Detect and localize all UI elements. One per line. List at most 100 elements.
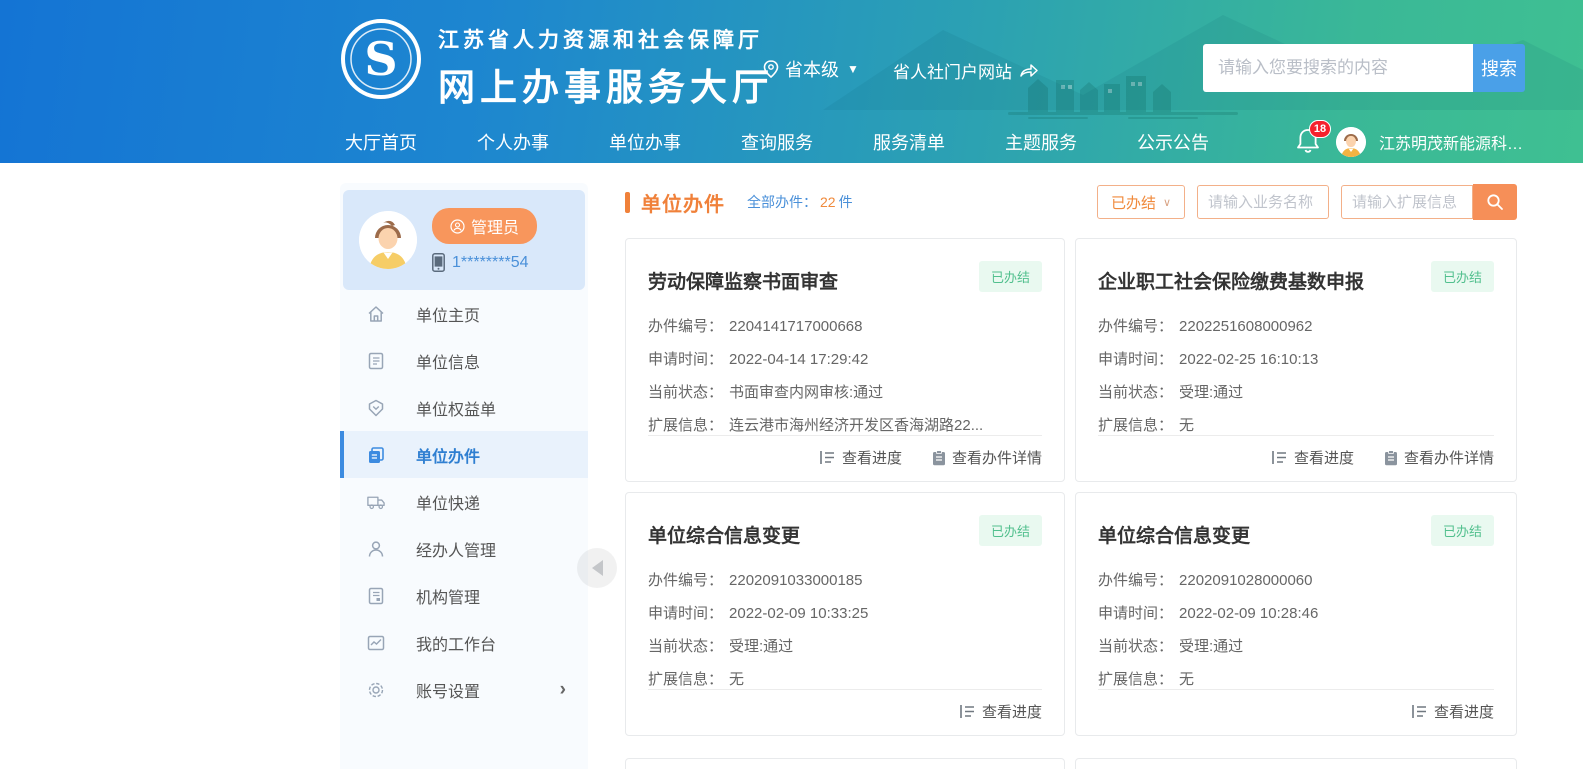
clipboard-icon — [1384, 450, 1398, 466]
view-detail-link[interactable]: 查看办件详情 — [1384, 447, 1494, 468]
brand: S 江苏省人力资源和社会保障厅 网上办事服务大厅 — [340, 18, 774, 111]
field-value: 连云港市海州经济开发区香海湖路22... — [729, 417, 983, 434]
main-nav: 大厅首页 个人办事 单位办事 查询服务 服务清单 主题服务 公示公告 18 — [0, 120, 1583, 163]
role-icon — [450, 219, 465, 234]
sidebar-menu: 单位主页 单位信息 单位权益单 — [340, 290, 588, 713]
nav-item-theme[interactable]: 主题服务 — [1005, 129, 1077, 155]
field-value: 无 — [1179, 671, 1194, 688]
sidebar-item-unit-home[interactable]: 单位主页 — [340, 290, 588, 337]
role-label: 管理员 — [471, 214, 519, 238]
masked-phone: 1********54 — [452, 254, 529, 272]
sidebar-item-account-settings[interactable]: 账号设置 › — [340, 666, 588, 713]
sidebar-item-label: 机构管理 — [416, 584, 480, 608]
status-badge: 已办结 — [1431, 515, 1494, 546]
cards-grid: 劳动保障监察书面审查 已办结 办件编号： 2204141717000668 申请时… — [625, 238, 1517, 736]
chevron-down-icon: ∨ — [1163, 196, 1171, 209]
extension-info-input[interactable] — [1341, 185, 1473, 219]
view-progress-link[interactable]: 查看进度 — [1411, 701, 1494, 722]
gear-icon — [366, 680, 386, 700]
view-progress-link[interactable]: 查看进度 — [819, 447, 902, 468]
rights-badge-icon — [366, 398, 386, 418]
sidebar-item-unit-express[interactable]: 单位快递 — [340, 478, 588, 525]
sidebar-item-org-mgmt[interactable]: 机构管理 — [340, 572, 588, 619]
total-count: 全部办件：22件 — [747, 192, 853, 212]
sidebar-item-label: 单位快递 — [416, 490, 480, 514]
view-detail-link[interactable]: 查看办件详情 — [932, 447, 1042, 468]
field-value: 2022-04-14 17:29:42 — [729, 351, 868, 368]
case-title: 企业职工社会保险缴费基数申报 — [1098, 267, 1364, 294]
phone-icon — [432, 253, 445, 272]
field-value: 2202251608000962 — [1179, 318, 1312, 335]
action-label: 查看进度 — [1294, 447, 1354, 468]
total-number: 22 — [820, 194, 836, 210]
view-progress-link[interactable]: 查看进度 — [1271, 447, 1354, 468]
sidebar-item-unit-info[interactable]: 单位信息 — [340, 337, 588, 384]
main-content: 单位办件 全部办件：22件 已办结 ∨ — [625, 183, 1517, 769]
field-label: 申请时间： — [1098, 605, 1173, 622]
card-partial — [625, 758, 1065, 769]
region-label: 省本级 — [785, 56, 839, 82]
field-label: 当前状态： — [1098, 384, 1173, 401]
site-titles: 江苏省人力资源和社会保障厅 网上办事服务大厅 — [438, 18, 774, 111]
account-name[interactable]: 江苏明茂新能源科… — [1379, 130, 1523, 154]
chevron-down-icon: ▼ — [847, 62, 859, 76]
svg-text:S: S — [364, 32, 397, 86]
header-top: S 江苏省人力资源和社会保障厅 网上办事服务大厅 省本级 ▼ 省人社门户网站 — [0, 0, 1583, 120]
nav-item-service-list[interactable]: 服务清单 — [873, 129, 945, 155]
action-label: 查看进度 — [982, 701, 1042, 722]
main-header: 单位办件 全部办件：22件 已办结 ∨ — [625, 183, 1517, 221]
field-label: 当前状态： — [648, 638, 723, 655]
sidebar-item-label: 单位权益单 — [416, 396, 496, 420]
field-value: 2022-02-25 16:10:13 — [1179, 351, 1318, 368]
nav-item-personal[interactable]: 个人办事 — [477, 129, 549, 155]
field-label: 办件编号： — [648, 572, 723, 589]
field-label: 扩展信息： — [1098, 671, 1173, 688]
filter-search-button[interactable] — [1473, 184, 1517, 220]
field-value: 2204141717000668 — [729, 318, 862, 335]
field-value: 无 — [1179, 417, 1194, 434]
sidebar-item-label: 单位办件 — [416, 443, 480, 467]
status-badge: 已办结 — [979, 515, 1042, 546]
section-title: 单位办件 — [641, 188, 725, 217]
field-value: 2022-02-09 10:28:46 — [1179, 605, 1318, 622]
region-selector[interactable]: 省本级 ▼ — [763, 56, 859, 82]
portal-site-link[interactable]: 省人社门户网站 — [893, 58, 1039, 83]
search-input[interactable] — [1203, 44, 1473, 92]
sidebar-item-unit-rights[interactable]: 单位权益单 — [340, 384, 588, 431]
sidebar-item-agent-mgmt[interactable]: 经办人管理 — [340, 525, 588, 572]
view-progress-link[interactable]: 查看进度 — [959, 701, 1042, 722]
case-title: 劳动保障监察书面审查 — [648, 267, 838, 294]
org-name: 江苏省人力资源和社会保障厅 — [438, 24, 774, 54]
status-filter-value: 已办结 — [1111, 192, 1156, 213]
sidebar-item-workbench[interactable]: 我的工作台 — [340, 619, 588, 666]
field-label: 申请时间： — [1098, 351, 1173, 368]
status-badge: 已办结 — [979, 261, 1042, 292]
notification-badge: 18 — [1309, 120, 1331, 138]
action-label: 查看进度 — [1434, 701, 1494, 722]
field-label: 扩展信息： — [648, 671, 723, 688]
nav-item-unit[interactable]: 单位办事 — [609, 129, 681, 155]
cases-copy-icon — [366, 445, 386, 465]
extension-search-group — [1341, 184, 1517, 220]
status-filter-select[interactable]: 已办结 ∨ — [1097, 185, 1185, 219]
field-label: 办件编号： — [1098, 318, 1173, 335]
chart-icon — [366, 633, 386, 653]
nav-item-query[interactable]: 查询服务 — [741, 129, 813, 155]
field-value: 受理:通过 — [1179, 384, 1243, 401]
header-search: 搜索 — [1203, 44, 1525, 92]
avatar[interactable] — [1336, 127, 1366, 157]
section-accent-bar — [625, 192, 630, 213]
progress-list-icon — [1411, 704, 1428, 719]
sidebar-collapse-button[interactable] — [577, 548, 617, 588]
nav-item-announcement[interactable]: 公示公告 — [1137, 129, 1209, 155]
search-button[interactable]: 搜索 — [1473, 44, 1525, 92]
sidebar-item-label: 账号设置 — [416, 678, 480, 702]
service-name-input[interactable] — [1197, 185, 1329, 219]
portal-site-label: 省人社门户网站 — [893, 58, 1012, 83]
nav-item-home[interactable]: 大厅首页 — [345, 129, 417, 155]
org-logo-icon: S — [340, 18, 422, 100]
notification-bell-icon[interactable]: 18 — [1295, 127, 1323, 157]
field-value: 受理:通过 — [729, 638, 793, 655]
progress-list-icon — [819, 450, 836, 465]
sidebar-item-unit-cases[interactable]: 单位办件 — [340, 431, 588, 478]
